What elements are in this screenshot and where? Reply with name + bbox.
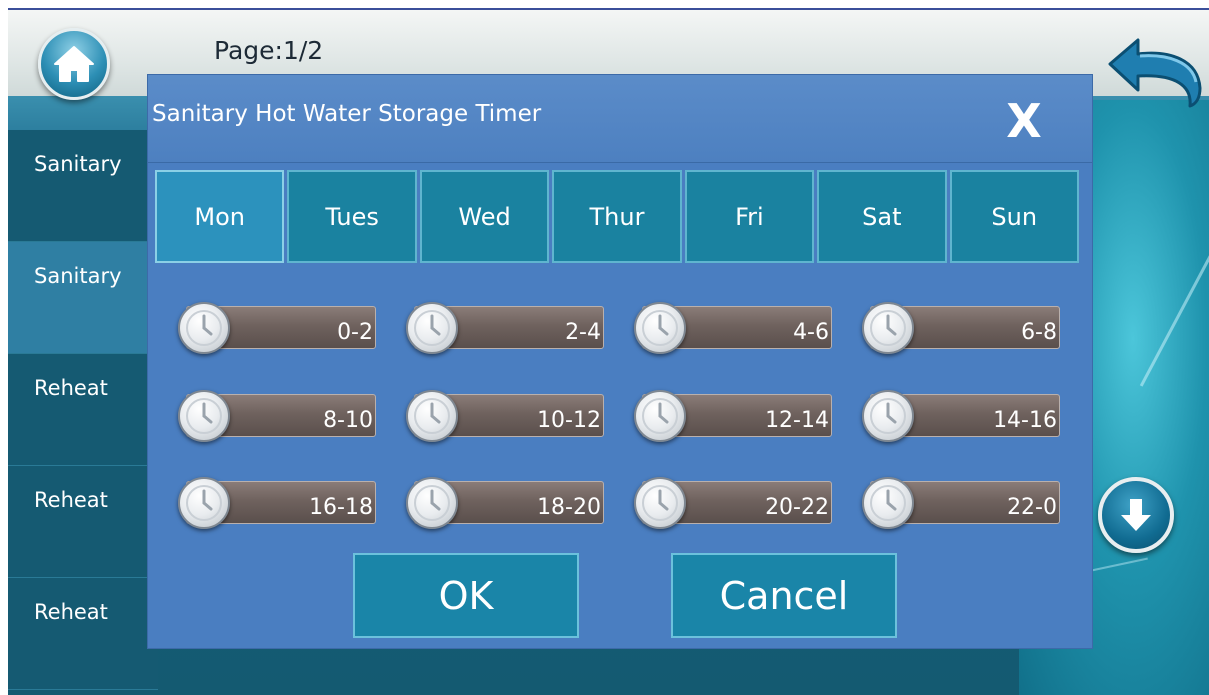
tab-sat[interactable]: Sat: [817, 170, 947, 263]
slot-label: 22-0: [1007, 495, 1057, 520]
tab-wed[interactable]: Wed: [419, 170, 550, 263]
clock-icon: [634, 477, 686, 529]
time-slot-toggle[interactable]: 16-18: [178, 475, 378, 531]
time-slot-toggle[interactable]: 10-12: [406, 388, 606, 444]
sidebar-item-sanitary-1[interactable]: Sanitary: [8, 130, 158, 242]
time-slot-toggle[interactable]: 20-22: [634, 475, 834, 531]
sidebar-item-sanitary-2[interactable]: Sanitary: [8, 242, 158, 354]
slot-label: 0-2: [337, 320, 373, 345]
ok-button[interactable]: OK: [353, 553, 579, 638]
slot-label: 16-18: [309, 495, 373, 520]
tab-thur[interactable]: Thur: [552, 170, 682, 263]
slot-label: 2-4: [565, 320, 601, 345]
sidebar-item-label: Sanitary: [34, 264, 122, 288]
tab-mon[interactable]: Mon: [155, 170, 285, 263]
back-arrow-icon: [1108, 38, 1201, 108]
clock-icon: [862, 390, 914, 442]
clock-icon: [406, 477, 458, 529]
clock-icon: [634, 302, 686, 354]
clock-icon: [862, 477, 914, 529]
clock-icon: [862, 302, 914, 354]
time-slot-toggle[interactable]: 8-10: [178, 388, 378, 444]
tab-fri[interactable]: Fri: [684, 170, 815, 263]
time-slot-toggle[interactable]: 0-2: [178, 300, 378, 356]
sidebar-item-label: Reheat: [34, 376, 108, 400]
scroll-down-button[interactable]: [1098, 477, 1174, 553]
slot-label: 10-12: [537, 408, 601, 433]
slot-label: 12-14: [765, 408, 829, 433]
slot-label: 8-10: [323, 408, 373, 433]
clock-icon: [178, 302, 230, 354]
sidebar-item-reheat-1[interactable]: Reheat: [8, 354, 158, 466]
sidebar-item-label: Sanitary: [34, 152, 122, 176]
cancel-button[interactable]: Cancel: [671, 553, 897, 638]
slot-label: 18-20: [537, 495, 601, 520]
time-slot-toggle[interactable]: 18-20: [406, 475, 606, 531]
home-button[interactable]: [38, 28, 110, 100]
dialog-header: Sanitary Hot Water Storage Timer X: [148, 75, 1092, 163]
time-slot-toggle[interactable]: 22-0: [862, 475, 1062, 531]
time-slot-toggle[interactable]: 14-16: [862, 388, 1062, 444]
home-icon: [54, 46, 94, 82]
slot-label: 14-16: [993, 408, 1057, 433]
sidebar-item-reheat-3[interactable]: Reheat: [8, 578, 158, 690]
slot-label: 20-22: [765, 495, 829, 520]
tab-sun[interactable]: Sun: [949, 170, 1079, 263]
timer-dialog: Sanitary Hot Water Storage Timer X Mon T…: [148, 75, 1092, 648]
close-button[interactable]: X: [996, 95, 1052, 147]
clock-icon: [634, 390, 686, 442]
clock-icon: [406, 302, 458, 354]
time-slot-grid: 0-2 2-4 4-6 6-8 8-10 10-12 12-14 14-16 16-18 18-2…: [178, 300, 1068, 540]
slot-label: 4-6: [793, 320, 829, 345]
down-arrow-icon: [1121, 499, 1151, 531]
sidebar: Sanitary Sanitary Reheat Reheat Reheat: [8, 130, 158, 695]
time-slot-toggle[interactable]: 12-14: [634, 388, 834, 444]
time-slot-toggle[interactable]: 4-6: [634, 300, 834, 356]
back-button[interactable]: [1098, 30, 1209, 110]
time-slot-toggle[interactable]: 2-4: [406, 300, 606, 356]
tab-tues[interactable]: Tues: [287, 170, 417, 263]
clock-icon: [178, 477, 230, 529]
page-indicator: Page:1/2: [214, 36, 324, 65]
sidebar-item-reheat-2[interactable]: Reheat: [8, 466, 158, 578]
dialog-title: Sanitary Hot Water Storage Timer: [152, 101, 542, 127]
app-screen: Page:1/2 Sanitary Sanitary Reheat Reheat…: [8, 8, 1209, 695]
clock-icon: [406, 390, 458, 442]
day-tabs: Mon Tues Wed Thur Fri Sat Sun: [155, 170, 1079, 263]
sidebar-item-label: Reheat: [34, 488, 108, 512]
slot-label: 6-8: [1021, 320, 1057, 345]
time-slot-toggle[interactable]: 6-8: [862, 300, 1062, 356]
sidebar-item-label: Reheat: [34, 600, 108, 624]
clock-icon: [178, 390, 230, 442]
